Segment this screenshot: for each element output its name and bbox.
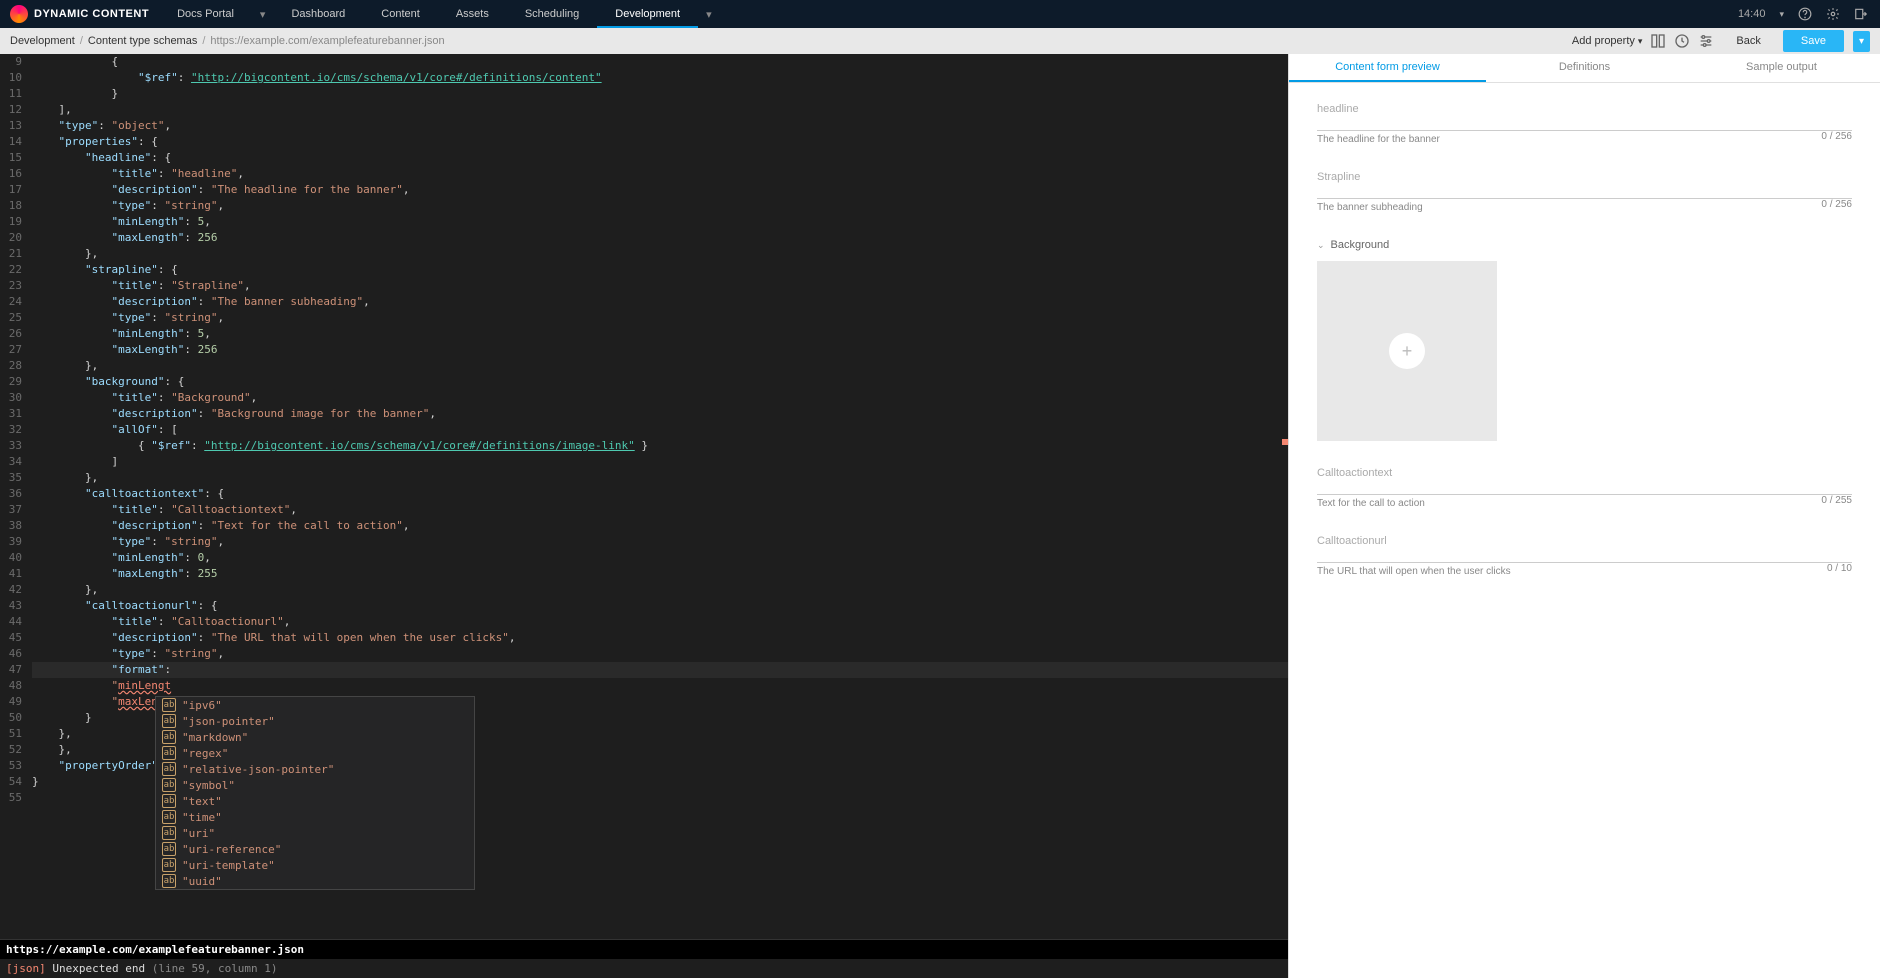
exit-icon[interactable] [1854,7,1868,21]
help-icon[interactable] [1798,7,1812,21]
enum-icon: ab [162,778,176,792]
field-label: Strapline [1317,171,1852,183]
crumb-development[interactable]: Development [10,35,75,47]
problems-file[interactable]: https://example.com/examplefeaturebanner… [0,940,1288,959]
history-icon[interactable] [1674,33,1690,49]
field-input[interactable] [1317,183,1852,199]
image-dropzone[interactable]: + [1317,261,1497,441]
autocomplete-option[interactable]: ab"regex" [156,745,474,761]
preview-tabs: Content form preview Definitions Sample … [1289,54,1880,83]
enum-icon: ab [162,874,176,888]
enum-icon: ab [162,826,176,840]
autocomplete-option[interactable]: ab"uuid" [156,873,474,889]
field-desc: The banner subheading [1317,202,1852,213]
enum-icon: ab [162,794,176,808]
nav-scheduling[interactable]: Scheduling [507,0,597,28]
section-header[interactable]: ⌄ Background [1317,239,1852,251]
problems-row[interactable]: [json] Unexpected end (line 59, column 1… [0,959,1288,978]
tab-sample-output[interactable]: Sample output [1683,54,1880,82]
autocomplete-option[interactable]: ab"json-pointer" [156,713,474,729]
field-count: 0 / 256 [1821,131,1852,142]
nav-development[interactable]: Development [597,0,698,28]
back-button[interactable]: Back [1722,31,1774,51]
plus-icon: + [1389,333,1425,369]
enum-icon: ab [162,762,176,776]
enum-icon: ab [162,842,176,856]
field-input[interactable] [1317,479,1852,495]
save-dropdown-button[interactable]: ▾ [1853,31,1870,52]
save-button[interactable]: Save [1783,30,1844,52]
field-count: 0 / 10 [1827,563,1852,574]
field-input[interactable] [1317,547,1852,563]
clock: 14:40 [1738,8,1766,20]
autocomplete-option[interactable]: ab"markdown" [156,729,474,745]
field-label: Calltoactionurl [1317,535,1852,547]
field-desc: Text for the call to action [1317,498,1852,509]
nav-docs-portal[interactable]: Docs Portal [159,0,252,28]
enum-icon: ab [162,730,176,744]
preview-panel: Content form preview Definitions Sample … [1288,54,1880,978]
section-background: ⌄ Background + [1317,239,1852,441]
nav-development-dropdown-icon[interactable]: ▾ [698,8,720,21]
problems-message: Unexpected end [52,962,145,975]
nav-dashboard[interactable]: Dashboard [273,0,363,28]
enum-icon: ab [162,858,176,872]
autocomplete-option[interactable]: ab"symbol" [156,777,474,793]
topbar: DYNAMIC CONTENT Docs Portal ▾ Dashboard … [0,0,1880,28]
field-label: headline [1317,103,1852,115]
autocomplete-option[interactable]: ab"ipv6" [156,697,474,713]
enum-icon: ab [162,810,176,824]
chevron-down-icon: ⌄ [1317,240,1325,251]
field-label: Calltoactiontext [1317,467,1852,479]
code-area[interactable]: { "$ref": "http://bigcontent.io/cms/sche… [32,54,1288,790]
gear-icon[interactable] [1826,7,1840,21]
add-property-label: Add property [1572,35,1635,47]
field-desc: The headline for the banner [1317,134,1852,145]
enum-icon: ab [162,698,176,712]
tab-definitions[interactable]: Definitions [1486,54,1683,82]
crumb-sep: / [80,35,83,47]
crumb-url: https://example.com/examplefeaturebanner… [210,35,444,47]
layout-icon[interactable] [1650,33,1666,49]
field-calltoactionurl: Calltoactionurl The URL that will open w… [1317,535,1852,577]
enum-icon: ab [162,714,176,728]
autocomplete-option[interactable]: ab"uri-reference" [156,841,474,857]
breadcrumb-bar: Development / Content type schemas / htt… [0,28,1880,54]
section-label: Background [1331,239,1390,251]
autocomplete-option[interactable]: ab"uri" [156,825,474,841]
nav-docs-dropdown-icon[interactable]: ▾ [252,8,274,21]
tab-content-form-preview[interactable]: Content form preview [1289,54,1486,82]
logo-icon [10,5,28,23]
minimap-error-marker[interactable] [1282,439,1288,445]
autocomplete-option[interactable]: ab"time" [156,809,474,825]
autocomplete-option[interactable]: ab"text" [156,793,474,809]
add-property-button[interactable]: Add property ▾ [1572,35,1643,47]
logo[interactable]: DYNAMIC CONTENT [0,5,159,23]
field-count: 0 / 255 [1821,495,1852,506]
autocomplete-option[interactable]: ab"uri-template" [156,857,474,873]
nav-content[interactable]: Content [363,0,438,28]
crumb-schemas[interactable]: Content type schemas [88,35,197,47]
problems-location: (line 59, column 1) [152,962,278,975]
field-input[interactable] [1317,115,1852,131]
crumb-sep: / [202,35,205,47]
chevron-down-icon: ▾ [1638,36,1643,47]
field-desc: The URL that will open when the user cli… [1317,566,1852,577]
code-editor[interactable]: 9101112131415161718192021222324252627282… [0,54,1288,939]
code-editor-panel: 9101112131415161718192021222324252627282… [0,54,1288,978]
sliders-icon[interactable] [1698,33,1714,49]
brand-text: DYNAMIC CONTENT [34,8,149,20]
problems-tag: [json] [6,962,46,975]
autocomplete-popup[interactable]: ab"ipv6"ab"json-pointer"ab"markdown"ab"r… [155,696,475,890]
field-calltoactiontext: Calltoactiontext Text for the call to ac… [1317,467,1852,509]
problems-panel: https://example.com/examplefeaturebanner… [0,939,1288,978]
line-gutter: 9101112131415161718192021222324252627282… [0,54,28,806]
field-strapline: Strapline The banner subheading 0 / 256 [1317,171,1852,213]
autocomplete-option[interactable]: ab"relative-json-pointer" [156,761,474,777]
nav-assets[interactable]: Assets [438,0,507,28]
enum-icon: ab [162,746,176,760]
clock-dropdown-icon[interactable]: ▾ [1779,9,1784,20]
field-headline: headline The headline for the banner 0 /… [1317,103,1852,145]
field-count: 0 / 256 [1821,199,1852,210]
